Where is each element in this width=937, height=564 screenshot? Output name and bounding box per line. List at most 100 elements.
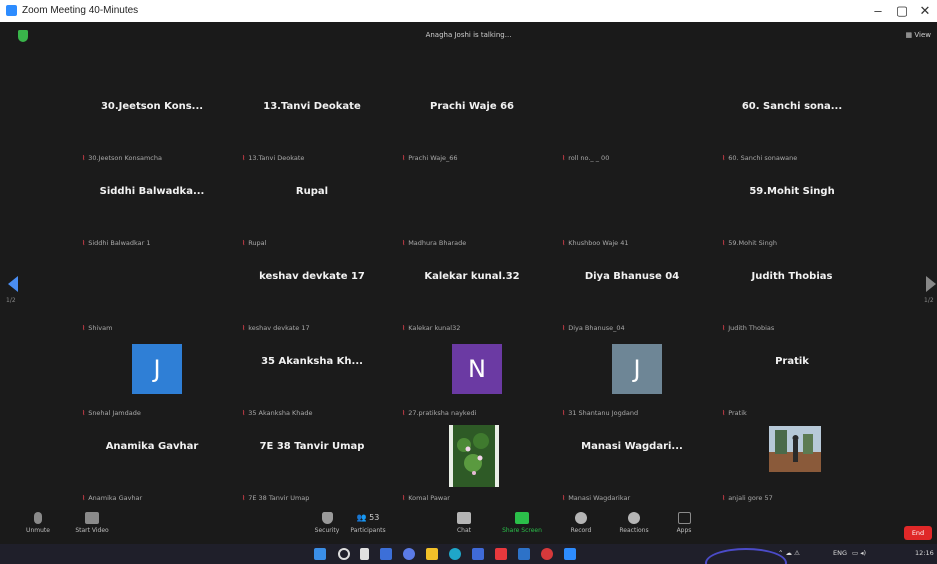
start-video-button[interactable]: Start Video	[62, 512, 122, 534]
start-video-label: Start Video	[75, 527, 109, 534]
participant-tile[interactable]: ⌇ roll no._ _ 00	[552, 86, 712, 171]
edge-browser-icon[interactable]	[449, 548, 461, 560]
minimize-button[interactable]: –	[866, 2, 890, 20]
microphone-muted-icon: ⌇	[242, 324, 246, 332]
participant-tile[interactable]: ⌇ Madhura Bharade	[392, 171, 552, 256]
input-language[interactable]: ENG	[833, 549, 847, 557]
participant-name: Komal Pawar	[408, 494, 450, 502]
participant-name-label: ⌇ Pratik	[722, 409, 747, 417]
microphone-muted-icon: ⌇	[82, 239, 86, 247]
file-explorer-icon[interactable]	[426, 548, 438, 560]
participant-tile[interactable]: 60. Sanchi sona... ⌇ 60. Sanchi sonawane	[712, 86, 872, 171]
search-icon[interactable]	[338, 548, 350, 560]
participant-name-label: ⌇ 27.pratiksha naykedi	[402, 409, 476, 417]
participant-display-name: keshav devkate 17	[259, 271, 365, 282]
participant-tile[interactable]: Diya Bhanuse 04 ⌇ Diya Bhanuse_04	[552, 256, 712, 341]
share-screen-label: Share Screen	[502, 527, 542, 534]
participant-avatar: J	[612, 344, 662, 394]
participant-name-label: ⌇ Khushboo Waje 41	[562, 239, 628, 247]
participant-name-label: ⌇ Prachi Waje_66	[402, 154, 458, 162]
participant-display-name: Kalekar kunal.32	[424, 271, 520, 282]
maximize-button[interactable]: ▢	[890, 2, 914, 20]
participant-tile[interactable]: J ⌇ Snehal Jamdade	[72, 341, 232, 426]
chat-button[interactable]: Chat	[434, 512, 494, 534]
participant-display-name: 7E 38 Tanvir Umap	[259, 441, 365, 452]
next-page-arrow-icon[interactable]	[926, 276, 936, 292]
reactions-icon	[628, 512, 640, 524]
page-indicator-left: 1/2	[6, 297, 16, 304]
previous-page-arrow-icon[interactable]	[8, 276, 18, 292]
participant-avatar: J	[132, 344, 182, 394]
participant-tile[interactable]: J ⌇ 31 Shantanu Jogdand	[552, 341, 712, 426]
microphone-muted-icon: ⌇	[402, 494, 406, 502]
view-label: View	[914, 31, 931, 39]
participant-tile[interactable]: Kalekar kunal.32 ⌇ Kalekar kunal32	[392, 256, 552, 341]
participants-button[interactable]: 👥 53 Participants	[338, 512, 398, 534]
zoom-taskbar-icon[interactable]	[564, 548, 576, 560]
close-button[interactable]: ✕	[913, 2, 937, 20]
participant-tile[interactable]: keshav devkate 17 ⌇ keshav devkate 17	[232, 256, 392, 341]
participant-name-label: ⌇ Judith Thobias	[722, 324, 774, 332]
clock[interactable]: 12:16	[915, 549, 934, 557]
windows-start-icon[interactable]	[314, 548, 326, 560]
profile-photo-thumbnail	[769, 426, 821, 472]
participant-name: 27.pratiksha naykedi	[408, 409, 477, 417]
windows-taskbar: ⌃ ☁ ⚠ ENG ▭ ◂) 12:16	[0, 544, 937, 564]
participant-name-label: ⌇ Snehal Jamdade	[82, 409, 141, 417]
participant-tile[interactable]: Pratik ⌇ Pratik	[712, 341, 872, 426]
participant-name-label: ⌇ Siddhi Balwadkar 1	[82, 239, 151, 247]
microphone-muted-icon: ⌇	[562, 324, 566, 332]
participant-name: 60. Sanchi sonawane	[728, 154, 798, 162]
participant-tile[interactable]: ⌇ Komal Pawar	[392, 425, 552, 511]
participant-tile[interactable]: Siddhi Balwadka... ⌇ Siddhi Balwadkar 1	[72, 171, 232, 256]
microphone-muted-icon: ⌇	[82, 494, 86, 502]
participant-name-label: ⌇ Rupal	[242, 239, 266, 247]
microphone-muted-icon: ⌇	[402, 154, 406, 162]
unmute-button[interactable]: Unmute	[8, 512, 68, 534]
widgets-icon[interactable]	[380, 548, 392, 560]
teams-chat-icon[interactable]	[403, 548, 415, 560]
participant-tile[interactable]: ⌇ Khushboo Waje 41	[552, 171, 712, 256]
network-volume-icon[interactable]: ▭ ◂)	[852, 549, 866, 557]
participant-tile[interactable]: Prachi Waje 66 ⌇ Prachi Waje_66	[392, 86, 552, 171]
task-view-icon[interactable]	[360, 548, 369, 560]
participant-tile[interactable]: Rupal ⌇ Rupal	[232, 171, 392, 256]
apps-button[interactable]: Apps	[654, 512, 714, 534]
view-button[interactable]: ▦ View	[906, 31, 931, 39]
participant-tile[interactable]: Judith Thobias ⌇ Judith Thobias	[712, 256, 872, 341]
meeting-top-bar: Anagha Joshi is talking... ▦ View	[0, 22, 937, 50]
microphone-muted-icon	[34, 512, 42, 524]
participant-tile[interactable]: 7E 38 Tanvir Umap ⌇ 7E 38 Tanvir Umap	[232, 426, 392, 511]
participant-tile[interactable]: 59.Mohit Singh ⌇ 59.Mohit Singh	[712, 171, 872, 256]
participant-tile[interactable]: N ⌇ 27.pratiksha naykedi	[392, 341, 552, 426]
participant-name: Diya Bhanuse_04	[568, 324, 625, 332]
participant-name: Madhura Bharade	[408, 239, 467, 247]
outlook-icon[interactable]	[518, 548, 530, 560]
participant-tile[interactable]: 13.Tanvi Deokate ⌇ 13.Tanvi Deokate	[232, 86, 392, 171]
microphone-muted-icon: ⌇	[242, 494, 246, 502]
powerpoint-icon[interactable]	[541, 548, 553, 560]
participant-name-label: ⌇ 13.Tanvi Deokate	[242, 154, 304, 162]
store-icon[interactable]	[472, 548, 484, 560]
share-screen-icon	[515, 512, 529, 524]
participant-tile[interactable]: 35 Akanksha Kh... ⌇ 35 Akanksha Khade	[232, 341, 392, 426]
participant-tile[interactable]: ⌇ anjali gore 57	[712, 426, 872, 511]
participant-name: roll no._ _ 00	[568, 154, 610, 162]
plant-photo-thumbnail	[449, 425, 499, 487]
participant-tile[interactable]: Manasi Wagdari... ⌇ Manasi Wagdarikar	[552, 426, 712, 511]
participant-display-name: Rupal	[295, 186, 329, 197]
participant-avatar: N	[452, 344, 502, 394]
participant-name: 30.Jeetson Konsamcha	[88, 154, 162, 162]
participant-name-label: ⌇ 30.Jeetson Konsamcha	[82, 154, 162, 162]
participant-tile[interactable]: 30.Jeetson Kons... ⌇ 30.Jeetson Konsamcha	[72, 86, 232, 171]
participant-tile[interactable]: Anamika Gavhar ⌇ Anamika Gavhar	[72, 426, 232, 511]
participant-name-label: ⌇ Kalekar kunal32	[402, 324, 460, 332]
microphone-muted-icon: ⌇	[722, 324, 726, 332]
record-button[interactable]: Record	[551, 512, 611, 534]
participant-display-name: 59.Mohit Singh	[749, 186, 835, 197]
office-icon[interactable]	[495, 548, 507, 560]
share-screen-button[interactable]: Share Screen	[492, 512, 552, 534]
meeting-toolbar: Unmute Start Video Security 👥 53 Partici…	[0, 510, 937, 544]
end-meeting-button[interactable]: End	[904, 526, 932, 540]
participant-tile[interactable]: ⌇ Shivam	[72, 256, 232, 341]
